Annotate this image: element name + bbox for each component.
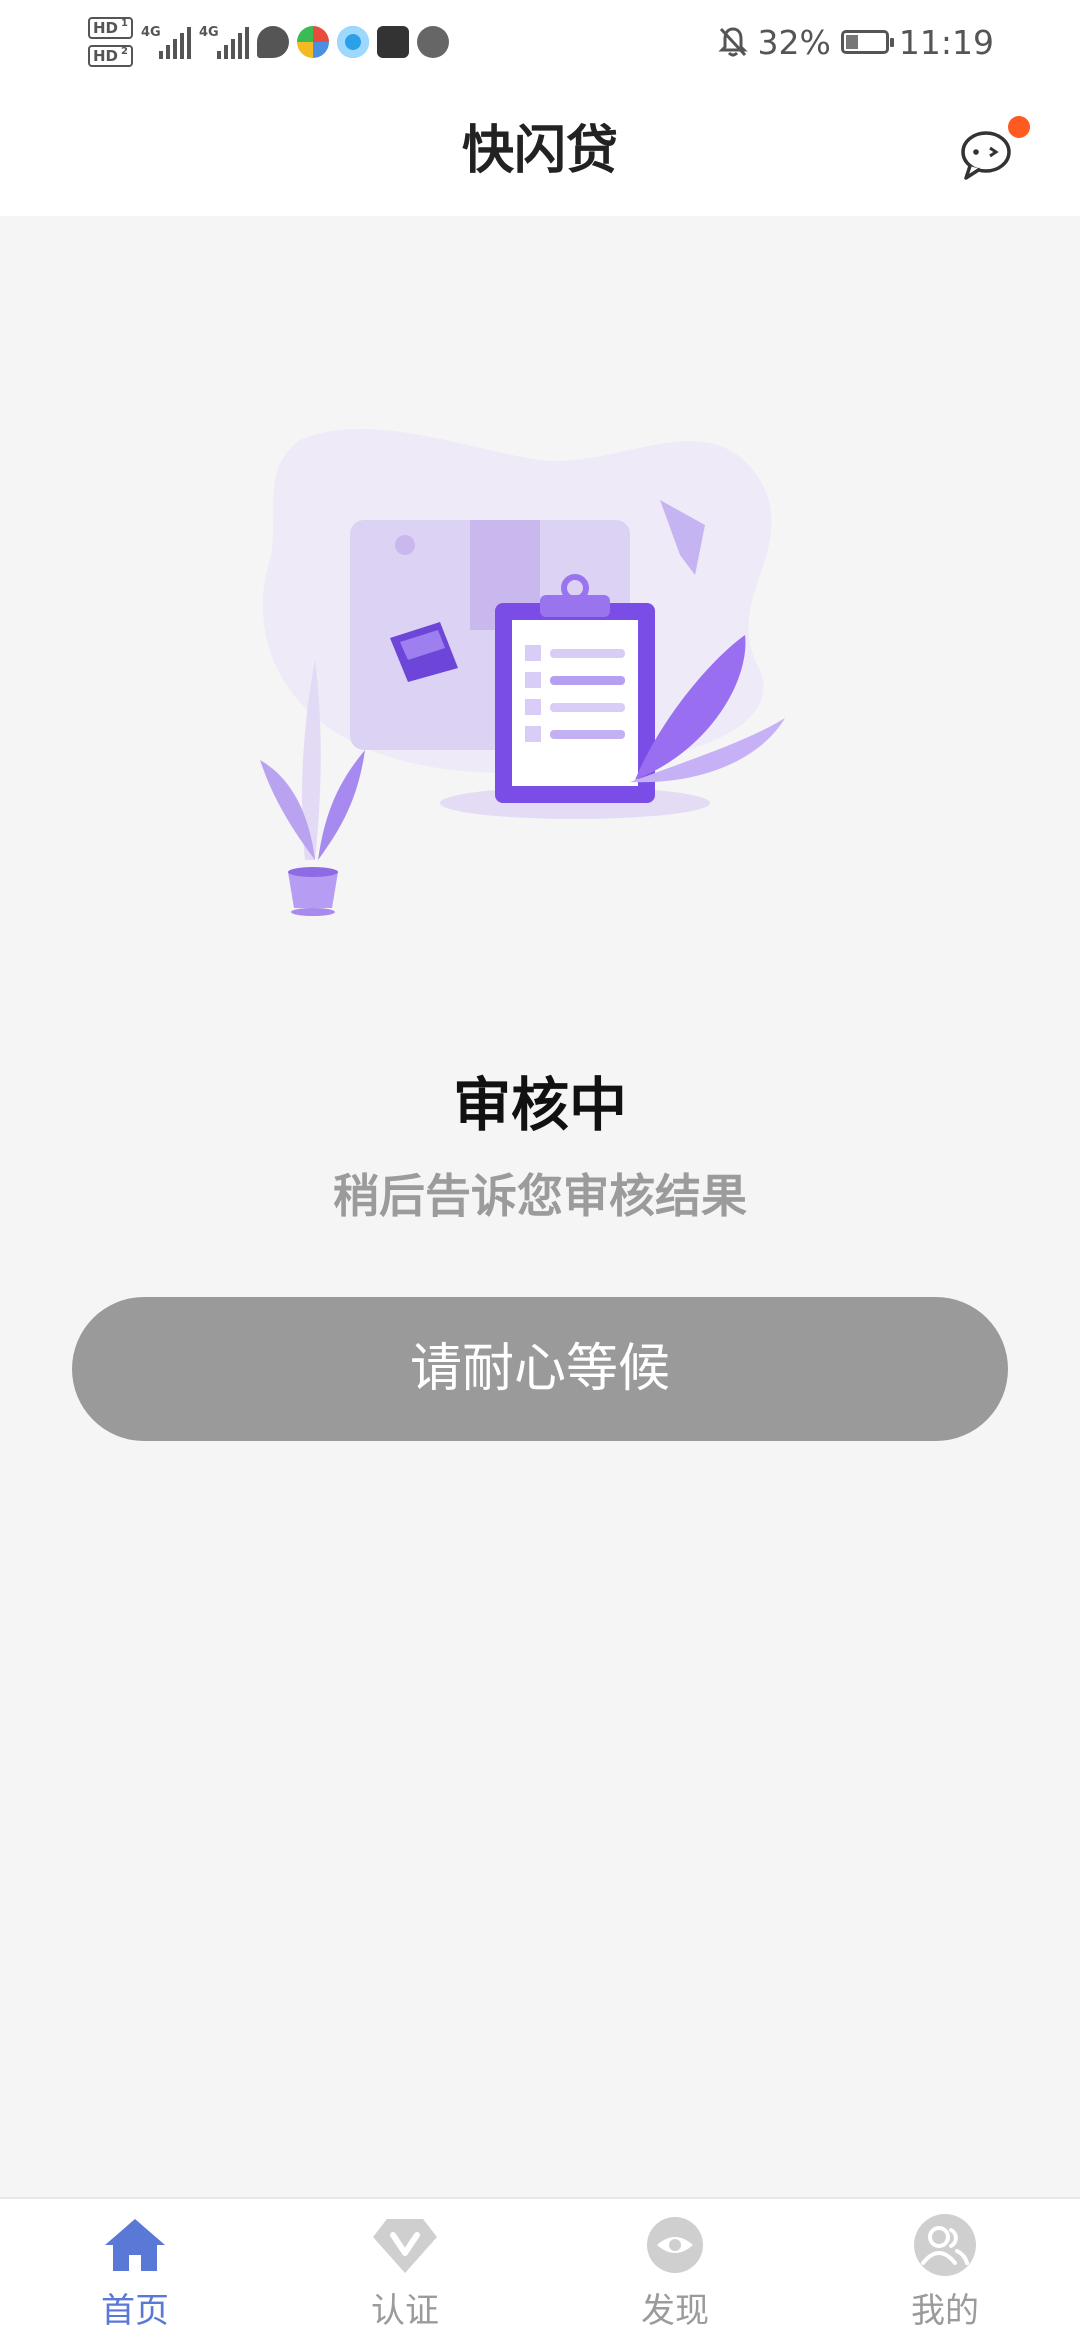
message-button[interactable]	[958, 116, 1030, 186]
page-title: 快闪贷	[461, 121, 618, 181]
status-bar: HD 1 HD 2 4G 4G 32% 11:19	[0, 0, 1080, 82]
mute-bell-icon	[717, 27, 748, 57]
tab-home[interactable]: 首页	[0, 2199, 270, 2342]
unread-badge	[1008, 116, 1030, 138]
tab-home-label: 首页	[101, 2291, 169, 2331]
battery-icon	[840, 30, 894, 54]
app-header: 快闪贷	[0, 82, 1080, 216]
hand-app-icon	[416, 26, 449, 58]
please-wait-button[interactable]: 请耐心等候	[72, 1297, 1008, 1441]
tiktok-app-icon	[376, 26, 409, 58]
discover-eye-icon	[647, 2217, 703, 2273]
review-status-subtitle: 稍后告诉您审核结果	[333, 1169, 747, 1223]
pinwheel-app-icon	[296, 26, 329, 58]
signal-icon-1: 4G	[141, 25, 191, 59]
home-icon	[105, 2219, 165, 2271]
review-illustration	[260, 429, 785, 916]
chat-app-icon	[256, 26, 289, 58]
tab-discover-label: 发现	[641, 2291, 709, 2331]
browser-app-icon	[336, 26, 369, 58]
tab-verify[interactable]: 认证	[270, 2199, 540, 2342]
verify-diamond-icon	[373, 2219, 437, 2273]
tab-profile-label: 我的	[911, 2291, 979, 2331]
hd-indicator-2: HD 2	[88, 45, 133, 67]
profile-icon	[914, 2214, 976, 2276]
signal-icon-2: 4G	[199, 25, 249, 59]
tab-profile[interactable]: 我的	[810, 2199, 1080, 2342]
bottom-tab-bar: 首页 认证 发现 我的	[0, 2197, 1080, 2342]
hd-indicator-1: HD 1	[88, 17, 133, 39]
tab-discover[interactable]: 发现	[540, 2199, 810, 2342]
clock-time: 11:19	[898, 22, 994, 62]
battery-percent: 32%	[757, 22, 831, 62]
tab-verify-label: 认证	[371, 2291, 439, 2331]
review-status-title: 审核中	[452, 1071, 627, 1139]
